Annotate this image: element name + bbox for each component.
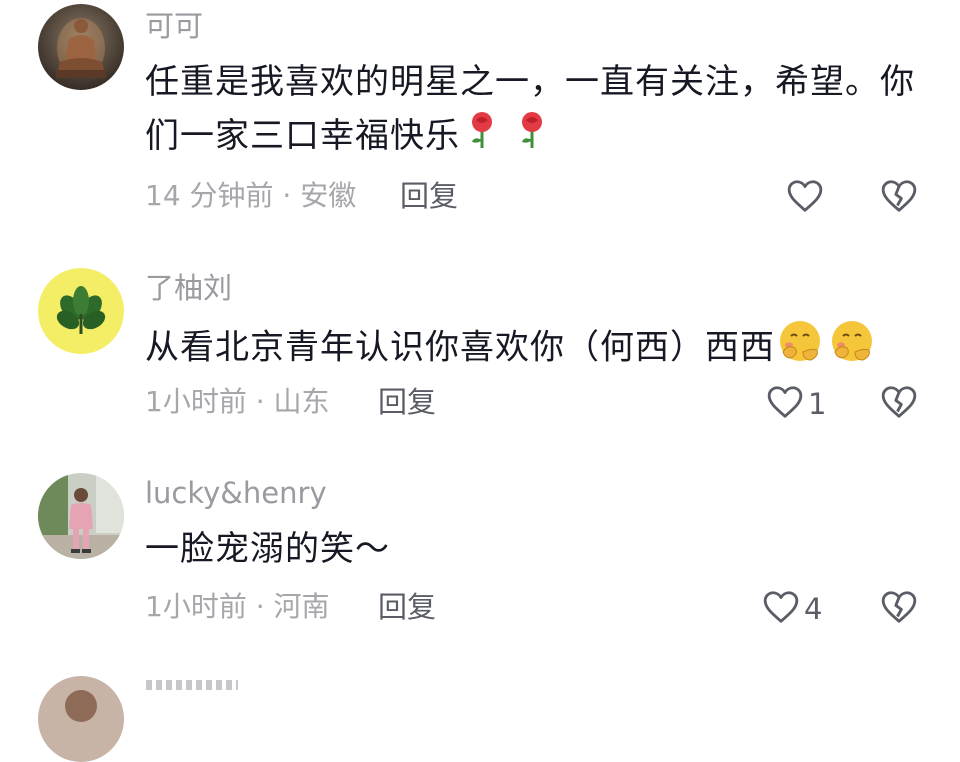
dislike-button[interactable] bbox=[880, 178, 918, 218]
green-leaves-avatar[interactable] bbox=[38, 268, 124, 354]
comment-text-body: 从看北京青年认识你喜欢你（何西）西西 bbox=[145, 327, 775, 368]
shy-face-emoji bbox=[829, 318, 875, 380]
rose-emoji bbox=[464, 110, 500, 166]
heart-outline-icon bbox=[762, 589, 800, 629]
dislike-button[interactable] bbox=[880, 589, 918, 629]
buddha-statue-avatar[interactable] bbox=[38, 4, 124, 90]
dislike-button[interactable] bbox=[880, 384, 918, 424]
comment-username[interactable]: 了柚刘 bbox=[145, 274, 232, 303]
heart-outline-icon bbox=[786, 178, 824, 218]
broken-heart-icon bbox=[880, 591, 918, 629]
comment-text: 一脸宠溺的笑～ bbox=[145, 522, 930, 576]
avatar[interactable] bbox=[38, 676, 124, 762]
like-button[interactable]: 1 bbox=[766, 384, 826, 424]
broken-heart-icon bbox=[880, 386, 918, 424]
like-button[interactable] bbox=[786, 178, 828, 218]
heart-outline-icon bbox=[766, 384, 804, 424]
reply-button[interactable]: 回复 bbox=[378, 388, 436, 417]
comment-meta: 1小时前 · 山东 bbox=[145, 385, 330, 418]
partial-username-fragment bbox=[146, 680, 238, 690]
reply-button[interactable]: 回复 bbox=[378, 593, 436, 622]
comment-meta: 14 分钟前 · 安徽 bbox=[145, 179, 357, 212]
comment-text-body: 一脸宠溺的笑～ bbox=[145, 529, 390, 569]
shy-face-emoji bbox=[777, 318, 823, 380]
broken-heart-icon bbox=[880, 180, 918, 218]
comment-text: 从看北京青年认识你喜欢你（何西）西西 bbox=[145, 318, 930, 380]
like-button[interactable]: 4 bbox=[762, 589, 822, 629]
rose-emoji bbox=[514, 110, 550, 166]
comment-text: 任重是我喜欢的明星之一，一直有关注，希望。你们一家三口幸福快乐 bbox=[145, 55, 930, 166]
person-photo-avatar[interactable] bbox=[38, 473, 124, 559]
like-count: 4 bbox=[804, 592, 823, 626]
comment-username[interactable]: 可可 bbox=[145, 12, 203, 41]
reply-button[interactable]: 回复 bbox=[400, 182, 458, 211]
comment-username[interactable]: lucky&henry bbox=[145, 479, 327, 508]
like-count: 1 bbox=[808, 387, 827, 421]
comment-meta: 1小时前 · 河南 bbox=[145, 590, 330, 623]
